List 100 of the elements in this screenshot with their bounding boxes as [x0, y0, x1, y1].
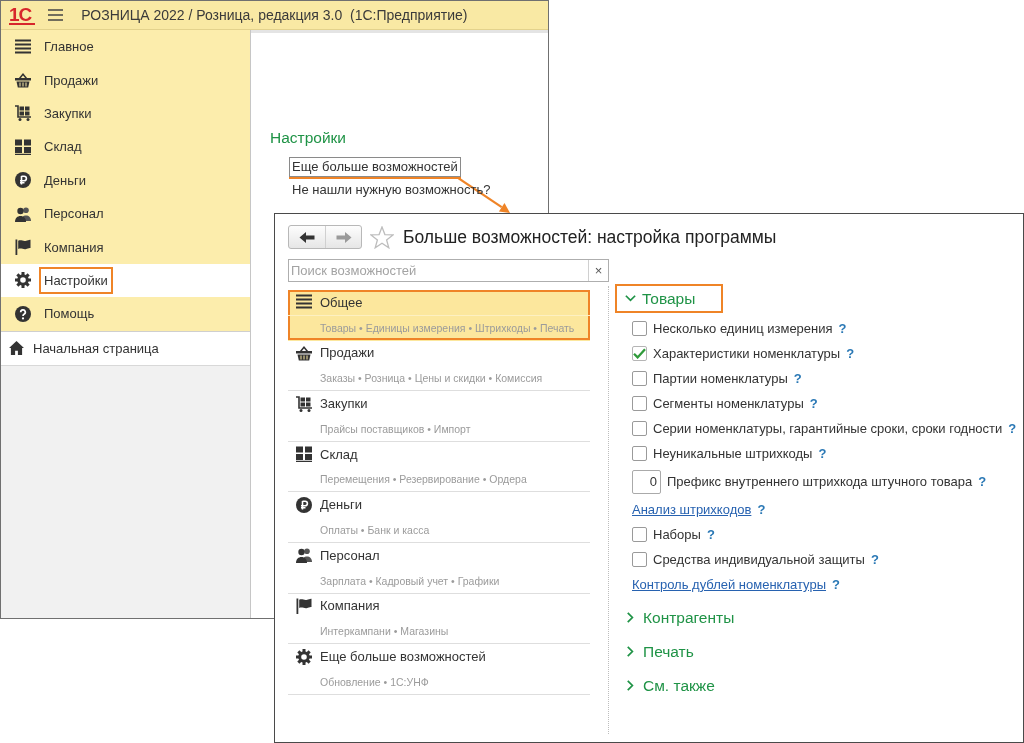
- section-details: Заказы • Розница • Цены и скидки • Комиссия: [320, 372, 543, 385]
- help-link[interactable]: ?: [978, 474, 987, 489]
- section-item[interactable]: Склад Перемещения • Резервирование • Ордера: [288, 441, 590, 493]
- checkbox[interactable]: [632, 371, 647, 386]
- basket-icon: [296, 345, 312, 361]
- section-name: Общее: [320, 294, 363, 310]
- sidebar-item[interactable]: Помощь: [1, 297, 250, 331]
- group-header[interactable]: Печать: [615, 637, 722, 666]
- checkbox[interactable]: [632, 527, 647, 542]
- section-name: Деньги: [320, 497, 362, 513]
- window-title: РОЗНИЦА 2022 / Розница, редакция 3.0 (1С:Предприятие): [81, 7, 468, 23]
- people-icon: [15, 205, 31, 222]
- help-link[interactable]: ?: [809, 396, 818, 411]
- settings-link[interactable]: Контроль дублей номенклатуры: [632, 577, 826, 592]
- sidebar-item[interactable]: Компания: [1, 230, 250, 264]
- help-link[interactable]: ?: [838, 321, 847, 336]
- group-header[interactable]: Контрагенты: [615, 603, 763, 632]
- help-icon: [15, 305, 31, 322]
- help-link[interactable]: ?: [757, 502, 766, 517]
- option-label: Несколько единиц измерения: [653, 321, 833, 336]
- favorite-button[interactable]: [370, 225, 394, 249]
- checkbox[interactable]: [632, 552, 647, 567]
- section-name: Компания: [320, 598, 380, 614]
- checkmark-icon: [633, 348, 646, 359]
- search-field[interactable]: Поиск возможностей ×: [288, 259, 609, 282]
- section-item[interactable]: Закупки Прайсы поставщиков • Импорт: [288, 391, 590, 442]
- sidebar-item[interactable]: Склад: [1, 130, 250, 164]
- section-details: Оплаты • Банк и касса: [320, 524, 430, 537]
- help-link[interactable]: ?: [846, 346, 855, 361]
- group-header[interactable]: Товары: [615, 284, 724, 313]
- section-details: Зарплата • Кадровый учет • Графики: [320, 574, 500, 587]
- settings-link[interactable]: Анализ штрихкодов: [632, 502, 752, 517]
- grid-icon: [296, 446, 312, 463]
- section-item[interactable]: Общее Товары • Единицы измерения • Штрихкоды • Печать: [288, 290, 590, 341]
- option-label: Наборы: [653, 527, 701, 542]
- section-name: Продажи: [320, 345, 375, 361]
- ruble-coin-icon: [15, 172, 31, 189]
- section-name: Закупки: [320, 396, 368, 412]
- sidebar-item[interactable]: Деньги: [1, 163, 250, 197]
- checkbox[interactable]: [632, 346, 647, 361]
- start-page-item[interactable]: Начальная страница: [1, 330, 250, 366]
- checkbox[interactable]: [632, 396, 647, 411]
- checkbox[interactable]: [632, 321, 647, 336]
- flag-icon: [15, 239, 31, 256]
- help-link[interactable]: ?: [818, 446, 827, 461]
- back-arrow-icon: [299, 231, 315, 243]
- sidebar-item[interactable]: Персонал: [1, 196, 250, 231]
- help-link[interactable]: ?: [706, 527, 715, 542]
- option-label: Серии номенклатуры, гарантийные сроки, сроки годности: [653, 421, 1003, 436]
- section-details: Интеркампани • Магазины: [320, 625, 449, 638]
- section-details: Обновление • 1С:УНФ: [320, 675, 429, 688]
- section-details: Перемещения • Резервирование • Ордера: [320, 473, 527, 486]
- grid-icon: [15, 138, 31, 155]
- chevron-right-icon: [627, 612, 634, 623]
- section-item[interactable]: Еще больше возможностей Обновление • 1С:УНФ: [288, 644, 590, 695]
- home-icon: [9, 341, 24, 355]
- chevron-down-icon: [625, 295, 636, 302]
- section-name: Склад: [320, 446, 358, 462]
- section-item[interactable]: Компания Интеркампани • Магазины: [288, 593, 590, 645]
- section-details: Прайсы поставщиков • Импорт: [320, 422, 471, 435]
- people-icon: [296, 547, 312, 564]
- section-name: Персонал: [320, 547, 380, 563]
- help-link[interactable]: ?: [832, 577, 840, 592]
- option-label: Средства индивидуальной защиты: [653, 552, 865, 567]
- dialog-title: Больше возможностей: настройка программы: [403, 226, 777, 248]
- flag-icon: [296, 597, 312, 614]
- section-item[interactable]: Продажи Заказы • Розница • Цены и скидки • Комиссия: [288, 340, 590, 392]
- sidebar-item[interactable]: Продажи: [1, 63, 250, 97]
- section-heading: Настройки: [270, 128, 346, 148]
- cart-icon: [296, 395, 312, 412]
- section-item[interactable]: Персонал Зарплата • Кадровый учет • Графики: [288, 542, 590, 594]
- section-name: Еще больше возможностей: [320, 649, 486, 665]
- option-label: Сегменты номенклатуры: [653, 396, 804, 411]
- star-icon: [370, 225, 394, 249]
- section-details: Товары • Единицы измерения • Штрихкоды • Печать: [320, 321, 575, 334]
- chevron-right-icon: [627, 646, 634, 657]
- number-field[interactable]: 0: [632, 469, 661, 494]
- sidebar-item[interactable]: Закупки: [1, 96, 250, 131]
- gear-icon: [15, 272, 31, 289]
- ruble-coin-icon: [296, 496, 312, 513]
- cart-icon: [15, 105, 31, 122]
- option-label: Характеристики номенклатуры: [653, 346, 841, 361]
- help-link[interactable]: ?: [870, 552, 879, 567]
- checkbox[interactable]: [632, 421, 647, 436]
- chevron-right-icon: [627, 680, 634, 691]
- gear-icon: [296, 648, 312, 665]
- forward-arrow-icon: [335, 231, 352, 243]
- option-label: Префикс внутреннего штрихкода штучного товара: [667, 474, 973, 489]
- help-link[interactable]: ?: [1008, 421, 1017, 436]
- menu-icon: [48, 9, 64, 21]
- app-logo: 1С: [9, 5, 36, 25]
- help-link[interactable]: ?: [793, 371, 802, 386]
- group-header[interactable]: См. также: [615, 671, 743, 700]
- list-icon: [296, 294, 312, 311]
- sidebar-item[interactable]: Главное: [1, 30, 250, 64]
- list-icon: [15, 38, 31, 55]
- checkbox[interactable]: [632, 446, 647, 461]
- section-item[interactable]: Деньги Оплаты • Банк и касса: [288, 492, 590, 543]
- basket-icon: [15, 72, 31, 89]
- menu-button[interactable]: [48, 9, 64, 21]
